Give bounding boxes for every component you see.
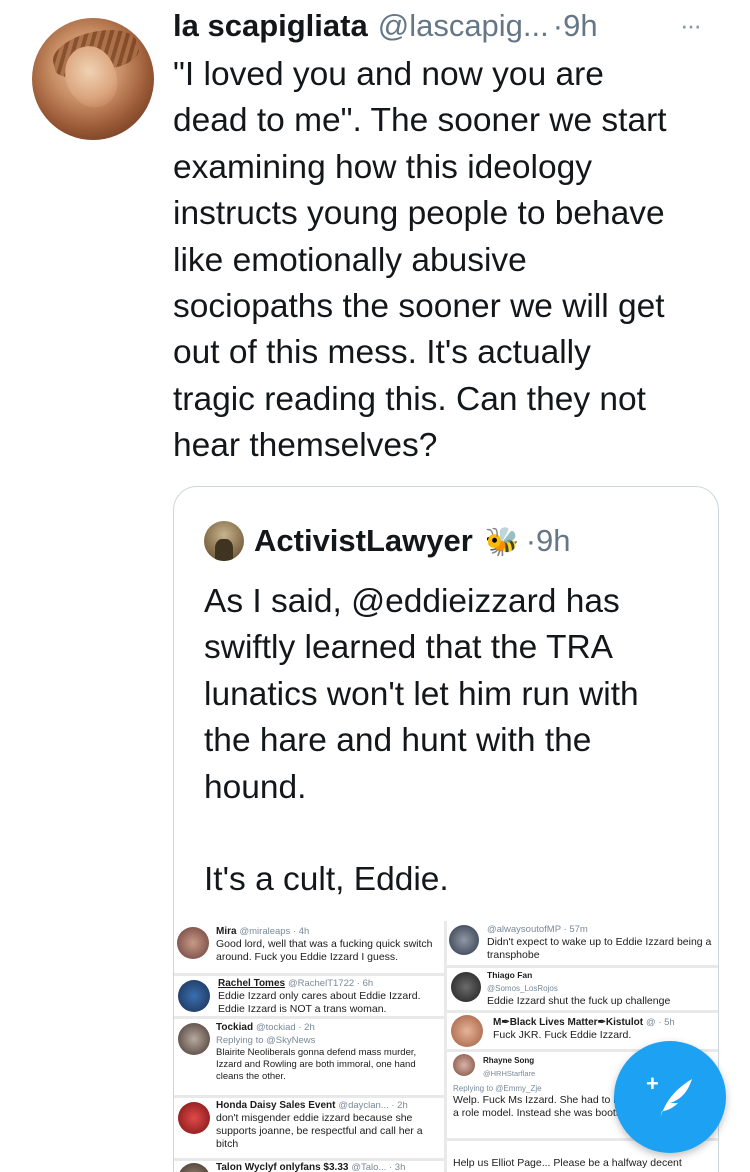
quote-line: the hare and hunt with the <box>204 722 592 760</box>
tweet-line: "I loved you and now you are <box>173 56 604 93</box>
author-handle[interactable]: @lascapig... <box>378 8 549 44</box>
quote-line: It's a cult, Eddie. <box>204 861 449 899</box>
quote-line: hound. <box>204 768 307 806</box>
tweet-timestamp[interactable]: ·9h <box>553 8 598 44</box>
mini-text: Blairite Neoliberals gonna defend mass m… <box>216 1047 417 1082</box>
mini-name: Mira <box>216 926 237 937</box>
mini-avatar <box>178 1102 210 1134</box>
quote-line: lunatics won't let him run with <box>204 675 639 713</box>
tweet-line: hear themselves? <box>173 427 438 465</box>
compose-feather-icon: + <box>646 1071 692 1119</box>
tweet-line: out of this mess. It's actually <box>173 334 591 372</box>
collage-panel-thiago: Thiago Fan @Somos_LosRojos Eddie Izzard … <box>447 968 718 1010</box>
mini-name: Rachel Tomes <box>218 978 286 989</box>
tweet-header: la scapigliata @lascapig... ·9h <box>173 6 733 46</box>
mini-text: Help us Elliot Page... Please be a halfw… <box>453 1157 682 1169</box>
more-options-icon[interactable]: ··· <box>680 10 702 41</box>
mini-avatar <box>451 972 481 1002</box>
tweet-line: examining how this ideology <box>173 148 592 186</box>
quote-line <box>204 811 704 857</box>
mini-avatar <box>451 1015 483 1047</box>
compose-tweet-button[interactable]: + <box>614 1041 726 1153</box>
mini-name: Talon Wyclyf onlyfans $3.33 <box>216 1162 349 1172</box>
mini-handle: @RachelT1722 · 6h <box>287 978 374 989</box>
quote-line: swiftly learned that the TRA <box>204 629 614 667</box>
mini-handle: @tockiad · 2h <box>255 1022 315 1033</box>
mini-name: Tockiad <box>216 1022 254 1033</box>
mini-avatar <box>178 1163 210 1172</box>
collage-panel-rachel: Rachel Tomes @RachelT1722 · 6h Eddie Izz… <box>174 976 444 1016</box>
mini-avatar <box>178 1023 210 1055</box>
collage-panel-always: @alwaysoutofMP · 57m Didn't expect to wa… <box>447 921 718 965</box>
tweet-line: dead to me". The sooner we start <box>173 102 667 140</box>
mini-text: Eddie Izzard only cares about Eddie Izza… <box>218 990 421 1002</box>
quoted-author-avatar <box>204 521 244 561</box>
mini-name: Thiago Fan <box>487 970 533 980</box>
author-avatar[interactable] <box>32 18 154 140</box>
mini-name: Honda Daisy Sales Event <box>216 1100 336 1111</box>
mini-text: Good lord, well that was a fucking quick… <box>216 938 433 963</box>
mini-handle: @Talo... · 3h <box>351 1162 406 1172</box>
author-name[interactable]: la scapigliata <box>173 8 368 44</box>
mini-avatar <box>449 925 479 955</box>
quote-line: As I said, @eddieizzard has <box>204 583 620 620</box>
mini-text: Fuck JKR. Fuck Eddie Izzard. <box>493 1029 632 1041</box>
mini-reply: Replying to @SkyNews <box>216 1035 316 1046</box>
compose-plus-label: + <box>646 1071 659 1096</box>
mini-text: Didn't expect to wake up to Eddie Izzard… <box>487 936 712 961</box>
collage-panel-mira: Mira @miraleaps · 4h Good lord, well tha… <box>174 921 444 973</box>
mini-avatar <box>177 927 209 959</box>
tweet-line: like emotionally abusive <box>173 241 527 279</box>
mini-text: don't misgender eddie izzard because she… <box>216 1112 423 1150</box>
mini-handle: @ · 5h <box>646 1017 675 1028</box>
mini-text: Welp. Fuck Ms Izzard. She had to be a ro… <box>453 1094 625 1119</box>
mini-avatar <box>178 980 210 1012</box>
mini-handle: @dayclan... · 2h <box>338 1100 408 1111</box>
quoted-tweet-body: As I said, @eddieizzard has swiftly lear… <box>204 579 704 904</box>
quoted-timestamp: ·9h <box>525 523 571 558</box>
quoted-author-name: ActivistLawyer <box>254 523 473 558</box>
mini-handle: @miraleaps · 4h <box>239 926 310 937</box>
mini-handle: @Somos_LosRojos <box>487 984 558 993</box>
mini-avatar <box>453 1054 475 1076</box>
mini-text: Eddie Izzard shut the fuck up challenge <box>487 995 671 1007</box>
collage-panel-honda: Honda Daisy Sales Event @dayclan... · 2h… <box>174 1098 444 1158</box>
quoted-tweet-header: ActivistLawyer 🐝 ·9h <box>204 517 571 565</box>
tweet-line: sociopaths the sooner we will get <box>173 288 665 326</box>
collage-panel-talon: Talon Wyclyf onlyfans $3.33 @Talo... · 3… <box>174 1161 444 1172</box>
collage-panel-tockiad: Tockiad @tockiad · 2h Replying to @SkyNe… <box>174 1019 444 1095</box>
mini-handle: @alwaysoutofMP · 57m <box>487 924 588 935</box>
mini-name: M✒Black Lives Matter✒Kistulot <box>493 1017 644 1028</box>
mini-text: Eddie Izzard is NOT a trans woman. <box>218 1003 387 1015</box>
bee-emoji-icon: 🐝 <box>484 525 520 557</box>
tweet-line: instructs young people to behave <box>173 195 665 233</box>
tweet-body: "I loved you and now you are dead to me"… <box>173 52 733 470</box>
tweet-line: tragic reading this. Can they not <box>173 380 646 418</box>
